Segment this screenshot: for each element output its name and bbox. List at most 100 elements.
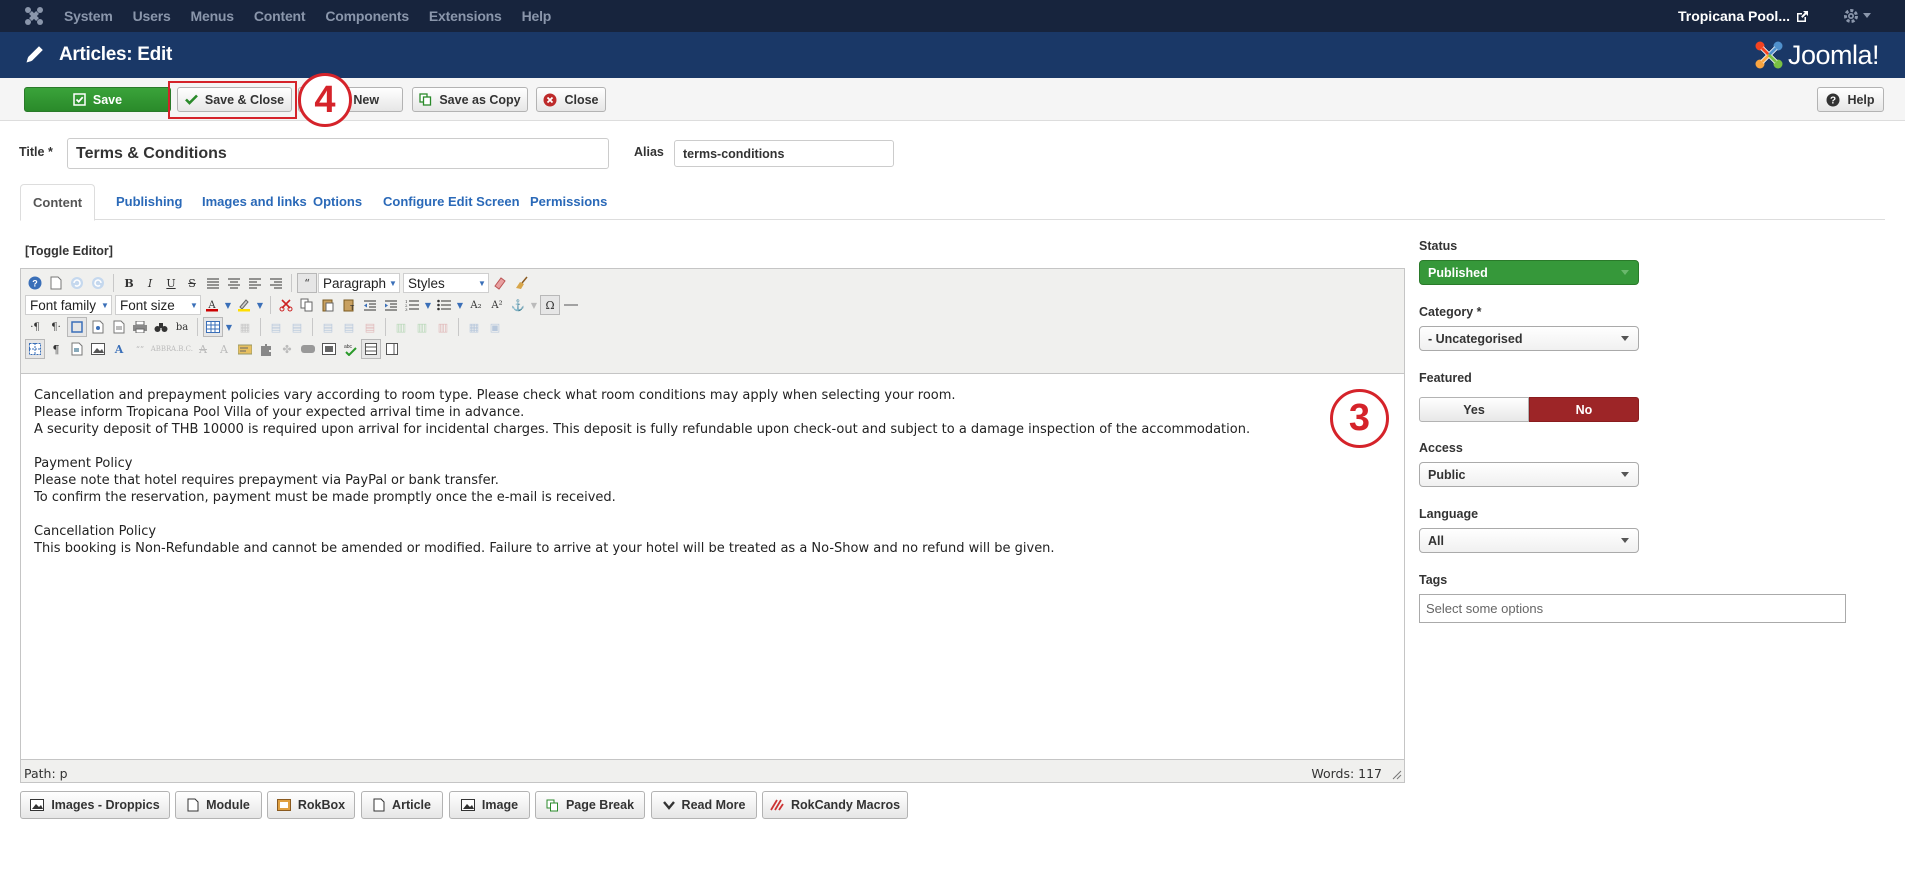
merge-cells-icon[interactable]: ▣: [485, 317, 505, 337]
tags-input[interactable]: Select some options: [1419, 594, 1846, 623]
new-document-icon[interactable]: [46, 273, 66, 293]
font-family-select[interactable]: Font family ▼: [25, 295, 112, 315]
close-button[interactable]: Close: [536, 87, 606, 112]
abbr-icon[interactable]: ABBR: [151, 339, 172, 359]
menu-system[interactable]: System: [64, 0, 113, 32]
page-break-button[interactable]: Page Break: [535, 791, 645, 819]
menu-menus[interactable]: Menus: [191, 0, 235, 32]
styles-select[interactable]: Styles ▼: [403, 273, 489, 293]
menu-components[interactable]: Components: [325, 0, 409, 32]
insert-row-before-icon[interactable]: ▤: [318, 317, 338, 337]
visual-aid-icon[interactable]: [25, 339, 45, 359]
menu-extensions[interactable]: Extensions: [429, 0, 502, 32]
tab-options[interactable]: Options: [301, 184, 374, 220]
menu-help[interactable]: Help: [522, 0, 552, 32]
alias-input[interactable]: terms-conditions: [674, 140, 894, 167]
bold-icon[interactable]: B: [119, 273, 139, 293]
joomla-menu-icon[interactable]: [24, 6, 44, 26]
del-icon[interactable]: A: [193, 339, 213, 359]
blockquote-icon[interactable]: “: [297, 273, 317, 293]
page-break-icon[interactable]: [298, 339, 318, 359]
tab-content[interactable]: Content: [20, 184, 96, 221]
title-input[interactable]: Terms & Conditions: [67, 138, 609, 169]
copy-icon[interactable]: [297, 295, 317, 315]
access-select[interactable]: Public: [1419, 462, 1639, 487]
attributes-icon[interactable]: [235, 339, 255, 359]
editor-content-area[interactable]: Cancellation and prepayment policies var…: [21, 373, 1404, 760]
anchor-link-icon[interactable]: ⚓: [508, 295, 528, 315]
horizontal-layout-icon[interactable]: [361, 339, 381, 359]
user-settings-gear-icon[interactable]: [1843, 7, 1873, 25]
article-button[interactable]: Article: [361, 791, 443, 819]
find-binoculars-icon[interactable]: [151, 317, 171, 337]
tab-permissions[interactable]: Permissions: [518, 184, 619, 220]
featured-no-button[interactable]: No: [1529, 397, 1639, 422]
chevron-down-icon[interactable]: ▼: [223, 295, 233, 315]
tab-configure-edit-screen[interactable]: Configure Edit Screen: [371, 184, 532, 220]
language-select[interactable]: All: [1419, 528, 1639, 553]
chevron-down-icon[interactable]: ▼: [423, 295, 433, 315]
fullscreen-icon[interactable]: [67, 317, 87, 337]
italic-icon[interactable]: I: [140, 273, 160, 293]
text-color-icon[interactable]: A: [202, 295, 222, 315]
eraser-icon[interactable]: [490, 273, 510, 293]
menu-users[interactable]: Users: [133, 0, 171, 32]
chevron-down-icon[interactable]: ▼: [224, 317, 234, 337]
indent-icon[interactable]: [381, 295, 401, 315]
toggle-editor-link[interactable]: [Toggle Editor]: [25, 244, 113, 258]
insert-row-after-icon[interactable]: ▤: [339, 317, 359, 337]
help-icon[interactable]: ?: [25, 273, 45, 293]
insert-col-after-icon[interactable]: ▥: [412, 317, 432, 337]
rokbox-button[interactable]: RokBox: [267, 791, 355, 819]
non-breaking-icon[interactable]: ✤: [277, 339, 297, 359]
save-as-copy-button[interactable]: Save as Copy: [412, 87, 528, 112]
cleanup-broom-icon[interactable]: [511, 273, 531, 293]
paste-icon[interactable]: [318, 295, 338, 315]
split-cells-icon[interactable]: ▦: [464, 317, 484, 337]
cell-props-icon[interactable]: ▤: [287, 317, 307, 337]
highlight-color-icon[interactable]: [234, 295, 254, 315]
delete-col-icon[interactable]: ▥: [433, 317, 453, 337]
featured-yes-button[interactable]: Yes: [1419, 397, 1529, 422]
read-more-button[interactable]: Read More: [651, 791, 757, 819]
vertical-layout-icon[interactable]: [382, 339, 402, 359]
template-icon[interactable]: [109, 317, 129, 337]
delete-table-icon[interactable]: ▦: [235, 317, 255, 337]
special-character-icon[interactable]: Ω: [540, 295, 560, 315]
tab-publishing[interactable]: Publishing: [104, 184, 194, 220]
undo-icon[interactable]: [67, 273, 87, 293]
show-blocks-icon[interactable]: ¶: [46, 339, 66, 359]
status-select[interactable]: Published: [1419, 260, 1639, 285]
numbered-list-icon[interactable]: 123: [402, 295, 422, 315]
align-right-icon[interactable]: [266, 273, 286, 293]
spellcheck-icon[interactable]: abc: [340, 339, 360, 359]
format-select[interactable]: Paragraph ▼: [318, 273, 400, 293]
rokcandy-macros-button[interactable]: RokCandy Macros: [762, 791, 908, 819]
menu-content[interactable]: Content: [254, 0, 306, 32]
chevron-down-icon[interactable]: ▼: [255, 295, 265, 315]
chevron-down-icon[interactable]: ▼: [455, 295, 465, 315]
table-icon[interactable]: [203, 317, 223, 337]
delete-row-icon[interactable]: ▤: [360, 317, 380, 337]
module-button[interactable]: Module: [175, 791, 262, 819]
subscript-icon[interactable]: A₂: [466, 295, 486, 315]
align-justify-icon[interactable]: [203, 273, 223, 293]
acronym-icon[interactable]: A.B.C.: [171, 339, 193, 359]
images-droppics-button[interactable]: Images - Droppics: [20, 791, 170, 819]
preview-icon[interactable]: [88, 317, 108, 337]
align-left-icon[interactable]: [245, 273, 265, 293]
row-props-icon[interactable]: ▤: [266, 317, 286, 337]
bullet-list-icon[interactable]: [434, 295, 454, 315]
site-link[interactable]: Tropicana Pool...: [1678, 0, 1809, 32]
align-center-icon[interactable]: [224, 273, 244, 293]
styles-icon[interactable]: A: [109, 339, 129, 359]
insert-puzzle-icon[interactable]: [256, 339, 276, 359]
superscript-icon[interactable]: A²: [487, 295, 507, 315]
redo-icon[interactable]: [88, 273, 108, 293]
replace-icon[interactable]: ba: [172, 317, 192, 337]
tab-images-and-links[interactable]: Images and links: [190, 184, 319, 220]
horizontal-rule-icon[interactable]: [561, 295, 581, 315]
insert-image-icon[interactable]: [88, 339, 108, 359]
outdent-icon[interactable]: [360, 295, 380, 315]
cut-icon[interactable]: [276, 295, 296, 315]
